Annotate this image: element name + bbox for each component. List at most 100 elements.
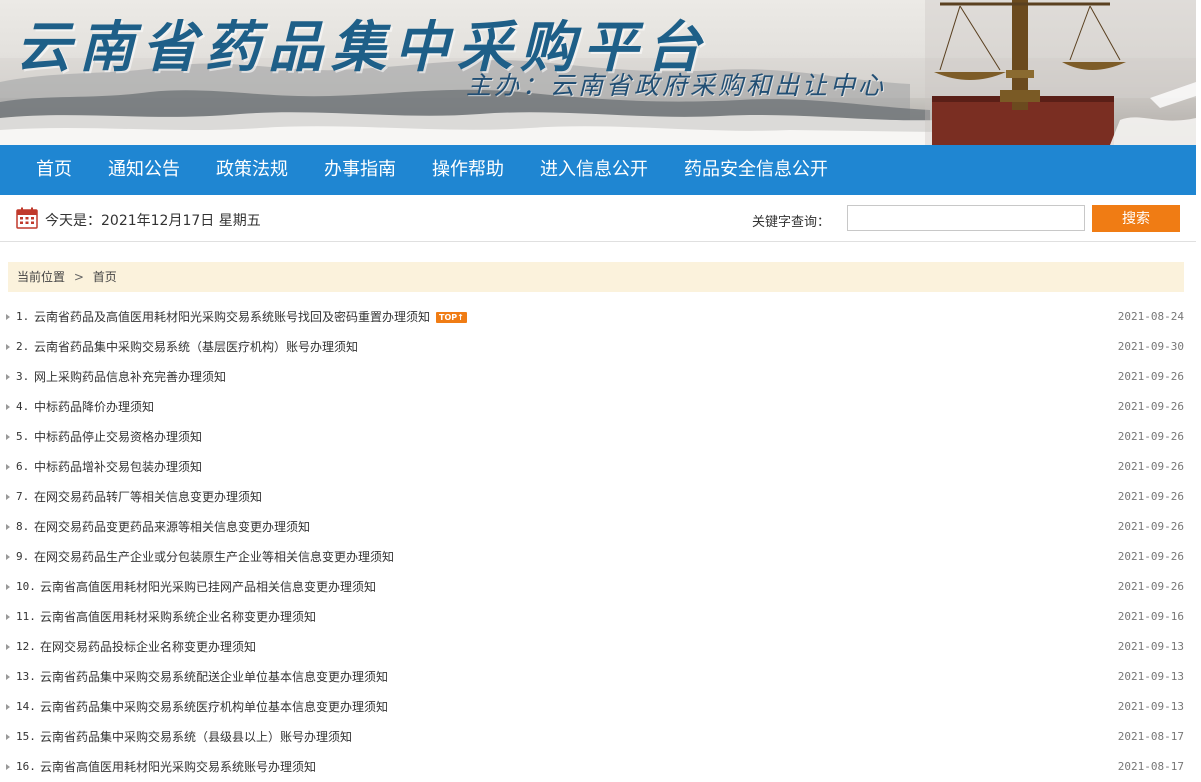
bullet-icon (6, 584, 10, 590)
bullet-icon (6, 464, 10, 470)
notice-title[interactable]: 云南省高值医用耗材采购系统企业名称变更办理须知 (40, 610, 316, 624)
notice-row[interactable]: 10. 云南省高值医用耗材阳光采购已挂网产品相关信息变更办理须知 2021-09-2… (0, 572, 1196, 602)
keyword-label: 关键字查询： (752, 215, 831, 230)
notice-title[interactable]: 在网交易药品投标企业名称变更办理须知 (40, 640, 256, 654)
bullet-icon (6, 734, 10, 740)
notice-title-link[interactable]: 在网交易药品生产企业或分包装原生产企业等相关信息变更办理须知 (34, 542, 394, 572)
breadcrumb-label: 当前位置 (17, 270, 66, 284)
notice-number: 9. (16, 550, 30, 563)
notice-row[interactable]: 7. 在网交易药品转厂等相关信息变更办理须知 2021-09-26 (0, 482, 1196, 512)
notice-title-link[interactable]: 在网交易药品变更药品来源等相关信息变更办理须知 (34, 512, 310, 542)
notice-title-link[interactable]: 云南省药品集中采购交易系统医疗机构单位基本信息变更办理须知 (40, 692, 388, 722)
site-sponsor: 主办：云南省政府采购和出让中心 (466, 71, 887, 100)
notice-row[interactable]: 6. 中标药品增补交易包装办理须知 2021-09-26 (0, 452, 1196, 482)
notice-title[interactable]: 云南省药品集中采购交易系统配送企业单位基本信息变更办理须知 (40, 670, 388, 684)
notice-title[interactable]: 在网交易药品转厂等相关信息变更办理须知 (34, 490, 262, 504)
notice-title[interactable]: 在网交易药品变更药品来源等相关信息变更办理须知 (34, 520, 310, 534)
keyword-search-input[interactable] (847, 205, 1085, 231)
notice-title-link[interactable]: 中标药品增补交易包装办理须知 (34, 452, 202, 482)
notice-date: 2021-09-13 (1117, 640, 1184, 653)
notice-row[interactable]: 13. 云南省药品集中采购交易系统配送企业单位基本信息变更办理须知 2021-09-… (0, 662, 1196, 692)
notice-number: 3. (16, 370, 30, 383)
notice-row[interactable]: 4. 中标药品降价办理须知 2021-09-26 (0, 392, 1196, 422)
notice-title-link[interactable]: 在网交易药品投标企业名称变更办理须知 (40, 632, 256, 662)
notice-title[interactable]: 在网交易药品生产企业或分包装原生产企业等相关信息变更办理须知 (34, 550, 394, 564)
nav-home[interactable]: 首页 (0, 145, 90, 195)
notice-title-link[interactable]: 中标药品降价办理须知 (34, 392, 154, 422)
notice-title-link[interactable]: 云南省高值医用耗材采购系统企业名称变更办理须知 (40, 602, 316, 632)
notice-title[interactable]: 云南省高值医用耗材阳光采购交易系统账号办理须知 (40, 760, 316, 774)
notice-date: 2021-08-24 (1117, 310, 1184, 323)
today-date: 今天是：2021年12月17日 星期五 (45, 213, 261, 229)
notice-title[interactable]: 云南省药品集中采购交易系统医疗机构单位基本信息变更办理须知 (40, 700, 388, 714)
bullet-icon (6, 524, 10, 530)
notice-title[interactable]: 云南省药品及高值医用耗材阳光采购交易系统账号找回及密码重置办理须知 (34, 310, 430, 324)
bullet-icon (6, 554, 10, 560)
notice-number: 2. (16, 340, 30, 353)
notice-row[interactable]: 2. 云南省药品集中采购交易系统（基层医疗机构）账号办理须知 2021-09-30 (0, 332, 1196, 362)
notice-number: 7. (16, 490, 30, 503)
notice-title[interactable]: 中标药品降价办理须知 (34, 400, 154, 414)
notice-title-link[interactable]: 在网交易药品转厂等相关信息变更办理须知 (34, 482, 262, 512)
notice-title-link[interactable]: 中标药品停止交易资格办理须知 (34, 422, 202, 452)
notice-date: 2021-08-17 (1117, 730, 1184, 743)
notice-row[interactable]: 8. 在网交易药品变更药品来源等相关信息变更办理须知 2021-09-26 (0, 512, 1196, 542)
bullet-icon (6, 374, 10, 380)
nav-notices[interactable]: 通知公告 (90, 145, 198, 195)
notice-number: 14. (16, 700, 36, 713)
bullet-icon (6, 704, 10, 710)
notice-number: 10. (16, 580, 36, 593)
notice-row[interactable]: 5. 中标药品停止交易资格办理须知 2021-09-26 (0, 422, 1196, 452)
top-badge-icon: TOP↑ (436, 312, 467, 323)
notice-date: 2021-09-13 (1117, 670, 1184, 683)
notice-number: 8. (16, 520, 30, 533)
notice-row[interactable]: 11. 云南省高值医用耗材采购系统企业名称变更办理须知 2021-09-16 (0, 602, 1196, 632)
notice-date: 2021-09-26 (1117, 520, 1184, 533)
notice-title-link[interactable]: 云南省药品集中采购交易系统配送企业单位基本信息变更办理须知 (40, 662, 388, 692)
notice-number: 16. (16, 760, 36, 773)
notice-row[interactable]: 14. 云南省药品集中采购交易系统医疗机构单位基本信息变更办理须知 2021-09-… (0, 692, 1196, 722)
bullet-icon (6, 614, 10, 620)
notice-title[interactable]: 云南省高值医用耗材阳光采购已挂网产品相关信息变更办理须知 (40, 580, 376, 594)
notice-date: 2021-09-16 (1117, 610, 1184, 623)
notice-title[interactable]: 云南省药品集中采购交易系统（县级县以上）账号办理须知 (40, 730, 352, 744)
nav-drug-safety[interactable]: 药品安全信息公开 (666, 145, 846, 195)
nav-help[interactable]: 操作帮助 (414, 145, 522, 195)
notice-number: 4. (16, 400, 30, 413)
search-button[interactable]: 搜索 (1092, 205, 1180, 232)
notice-title-link[interactable]: 云南省高值医用耗材阳光采购交易系统账号办理须知 (40, 752, 316, 782)
notice-row[interactable]: 1. 云南省药品及高值医用耗材阳光采购交易系统账号找回及密码重置办理须知 TOP↑ 2… (0, 302, 1196, 332)
notice-title-link[interactable]: 云南省药品及高值医用耗材阳光采购交易系统账号找回及密码重置办理须知 TOP↑ (34, 302, 467, 332)
notice-title-link[interactable]: 网上采购药品信息补充完善办理须知 (34, 362, 226, 392)
breadcrumb-separator: > (73, 270, 84, 284)
notice-row[interactable]: 12. 在网交易药品投标企业名称变更办理须知 2021-09-13 (0, 632, 1196, 662)
notice-title[interactable]: 网上采购药品信息补充完善办理须知 (34, 370, 226, 384)
bullet-icon (6, 404, 10, 410)
bullet-icon (6, 434, 10, 440)
nav-policies[interactable]: 政策法规 (198, 145, 306, 195)
notice-date: 2021-09-26 (1117, 460, 1184, 473)
nav-info-disclosure[interactable]: 进入信息公开 (522, 145, 666, 195)
bullet-icon (6, 764, 10, 770)
notice-date: 2021-09-26 (1117, 430, 1184, 443)
bullet-icon (6, 494, 10, 500)
notice-date: 2021-09-26 (1117, 370, 1184, 383)
notice-row[interactable]: 16. 云南省高值医用耗材阳光采购交易系统账号办理须知 2021-08-17 (0, 752, 1196, 782)
notice-row[interactable]: 9. 在网交易药品生产企业或分包装原生产企业等相关信息变更办理须知 2021-09-… (0, 542, 1196, 572)
breadcrumb: 当前位置 > 首页 (8, 262, 1184, 292)
site-banner: 云南省药品集中采购平台 主办：云南省政府采购和出让中心 (0, 0, 1196, 145)
notice-date: 2021-09-26 (1117, 490, 1184, 503)
notice-title[interactable]: 中标药品增补交易包装办理须知 (34, 460, 202, 474)
notice-title-link[interactable]: 云南省药品集中采购交易系统（基层医疗机构）账号办理须知 (34, 332, 358, 362)
notice-number: 5. (16, 430, 30, 443)
notice-title-link[interactable]: 云南省高值医用耗材阳光采购已挂网产品相关信息变更办理须知 (40, 572, 376, 602)
bullet-icon (6, 314, 10, 320)
notice-date: 2021-09-26 (1117, 580, 1184, 593)
notice-row[interactable]: 15. 云南省药品集中采购交易系统（县级县以上）账号办理须知 2021-08-17 (0, 722, 1196, 752)
notice-title[interactable]: 云南省药品集中采购交易系统（基层医疗机构）账号办理须知 (34, 340, 358, 354)
notice-row[interactable]: 3. 网上采购药品信息补充完善办理须知 2021-09-26 (0, 362, 1196, 392)
nav-guides[interactable]: 办事指南 (306, 145, 414, 195)
notice-title[interactable]: 中标药品停止交易资格办理须知 (34, 430, 202, 444)
notice-title-link[interactable]: 云南省药品集中采购交易系统（县级县以上）账号办理须知 (40, 722, 352, 752)
breadcrumb-current[interactable]: 首页 (93, 262, 117, 292)
